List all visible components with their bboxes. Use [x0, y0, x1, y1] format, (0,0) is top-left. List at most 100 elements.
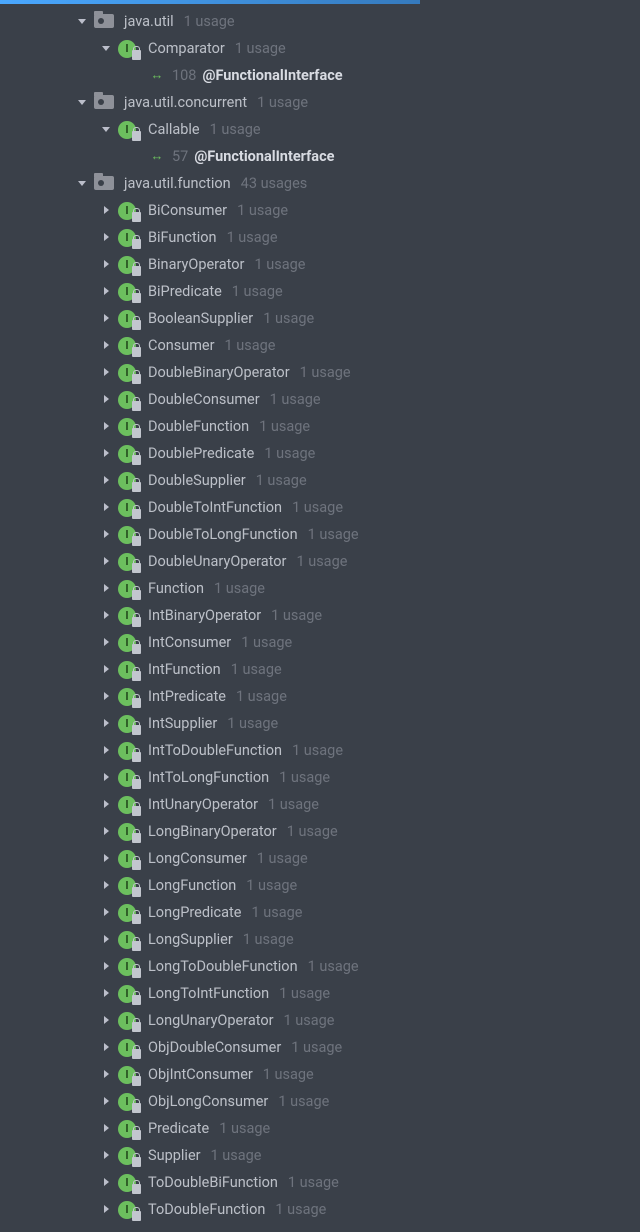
- usage-count: 1 usage: [275, 1196, 326, 1223]
- class-row[interactable]: IDoubleSupplier1 usage: [0, 467, 640, 494]
- class-row[interactable]: IObjIntConsumer1 usage: [0, 1061, 640, 1088]
- class-row[interactable]: IBooleanSupplier1 usage: [0, 305, 640, 332]
- class-row[interactable]: IToDoubleFunction1 usage: [0, 1196, 640, 1223]
- class-row[interactable]: ICallable1 usage: [0, 116, 640, 143]
- class-row[interactable]: IDoubleConsumer1 usage: [0, 386, 640, 413]
- expand-toggle-icon[interactable]: [100, 447, 114, 461]
- expand-toggle-icon[interactable]: [100, 231, 114, 245]
- expand-toggle-icon[interactable]: [100, 798, 114, 812]
- class-row[interactable]: IDoubleBinaryOperator1 usage: [0, 359, 640, 386]
- expand-toggle-icon[interactable]: [100, 1068, 114, 1082]
- class-name: BiConsumer: [148, 197, 227, 224]
- class-row[interactable]: IConsumer1 usage: [0, 332, 640, 359]
- expand-toggle-icon[interactable]: [76, 177, 90, 191]
- interface-icon: I: [118, 552, 140, 572]
- expand-toggle-icon[interactable]: [100, 1014, 114, 1028]
- class-row[interactable]: ISupplier1 usage: [0, 1142, 640, 1169]
- expand-toggle-icon[interactable]: [100, 636, 114, 650]
- class-row[interactable]: IBiConsumer1 usage: [0, 197, 640, 224]
- expand-toggle-icon[interactable]: [100, 366, 114, 380]
- expand-toggle-icon[interactable]: [100, 744, 114, 758]
- expand-toggle-icon[interactable]: [100, 987, 114, 1001]
- interface-icon: I: [118, 768, 140, 788]
- class-row[interactable]: IDoublePredicate1 usage: [0, 440, 640, 467]
- usage-count: 1 usage: [237, 197, 288, 224]
- class-row[interactable]: IIntUnaryOperator1 usage: [0, 791, 640, 818]
- expand-toggle-icon[interactable]: [100, 1203, 114, 1217]
- class-row[interactable]: IBinaryOperator1 usage: [0, 251, 640, 278]
- class-row[interactable]: IBiPredicate1 usage: [0, 278, 640, 305]
- class-row[interactable]: IObjDoubleConsumer1 usage: [0, 1034, 640, 1061]
- expand-toggle-icon[interactable]: [100, 285, 114, 299]
- expand-toggle-icon[interactable]: [76, 96, 90, 110]
- expand-toggle-icon[interactable]: [100, 528, 114, 542]
- expand-toggle-icon[interactable]: [100, 933, 114, 947]
- class-row[interactable]: ILongToDoubleFunction1 usage: [0, 953, 640, 980]
- usage-count: 1 usage: [257, 89, 308, 116]
- class-name: LongSupplier: [148, 926, 233, 953]
- expand-toggle-icon[interactable]: [100, 312, 114, 326]
- class-row[interactable]: IIntConsumer1 usage: [0, 629, 640, 656]
- usage-count: 1 usage: [257, 845, 308, 872]
- class-row[interactable]: IIntBinaryOperator1 usage: [0, 602, 640, 629]
- expand-toggle-icon[interactable]: [100, 1122, 114, 1136]
- usage-count: 1 usage: [284, 1007, 335, 1034]
- expand-toggle-icon[interactable]: [100, 474, 114, 488]
- expand-toggle-icon[interactable]: [100, 501, 114, 515]
- expand-toggle-icon[interactable]: [100, 420, 114, 434]
- expand-toggle-icon[interactable]: [100, 852, 114, 866]
- class-row[interactable]: IIntPredicate1 usage: [0, 683, 640, 710]
- class-name: Function: [148, 575, 204, 602]
- expand-toggle-icon[interactable]: [100, 906, 114, 920]
- class-row[interactable]: ILongToIntFunction1 usage: [0, 980, 640, 1007]
- expand-toggle-icon[interactable]: [100, 582, 114, 596]
- expand-toggle-icon[interactable]: [100, 717, 114, 731]
- class-row[interactable]: IDoubleUnaryOperator1 usage: [0, 548, 640, 575]
- expand-toggle-icon[interactable]: [100, 690, 114, 704]
- class-row[interactable]: ILongUnaryOperator1 usage: [0, 1007, 640, 1034]
- expand-toggle-icon[interactable]: [100, 1176, 114, 1190]
- class-row[interactable]: IDoubleToLongFunction1 usage: [0, 521, 640, 548]
- usage-row[interactable]: ↔57@FunctionalInterface: [0, 143, 640, 170]
- class-row[interactable]: IIntFunction1 usage: [0, 656, 640, 683]
- expand-toggle-icon[interactable]: [100, 123, 114, 137]
- class-row[interactable]: IDoubleToIntFunction1 usage: [0, 494, 640, 521]
- expand-toggle-icon[interactable]: [100, 555, 114, 569]
- expand-toggle-icon[interactable]: [100, 42, 114, 56]
- expand-toggle-icon[interactable]: [100, 1095, 114, 1109]
- class-row[interactable]: IBiFunction1 usage: [0, 224, 640, 251]
- package-row[interactable]: java.util1 usage: [0, 8, 640, 35]
- class-row[interactable]: IIntToDoubleFunction1 usage: [0, 737, 640, 764]
- expand-toggle-icon[interactable]: [100, 609, 114, 623]
- class-row[interactable]: ILongFunction1 usage: [0, 872, 640, 899]
- expand-toggle-icon[interactable]: [100, 771, 114, 785]
- class-row[interactable]: ILongPredicate1 usage: [0, 899, 640, 926]
- package-row[interactable]: java.util.concurrent1 usage: [0, 89, 640, 116]
- class-row[interactable]: IIntToLongFunction1 usage: [0, 764, 640, 791]
- expand-toggle-icon[interactable]: [76, 15, 90, 29]
- class-row[interactable]: IDoubleFunction1 usage: [0, 413, 640, 440]
- class-row[interactable]: IToDoubleBiFunction1 usage: [0, 1169, 640, 1196]
- package-row[interactable]: java.util.function43 usages: [0, 170, 640, 197]
- class-row[interactable]: IObjLongConsumer1 usage: [0, 1088, 640, 1115]
- interface-icon: I: [118, 903, 140, 923]
- class-row[interactable]: ILongBinaryOperator1 usage: [0, 818, 640, 845]
- expand-toggle-icon[interactable]: [100, 960, 114, 974]
- class-row[interactable]: IPredicate1 usage: [0, 1115, 640, 1142]
- expand-toggle-icon[interactable]: [100, 204, 114, 218]
- expand-toggle-icon[interactable]: [100, 393, 114, 407]
- expand-toggle-icon[interactable]: [100, 879, 114, 893]
- expand-toggle-icon[interactable]: [100, 339, 114, 353]
- expand-toggle-icon[interactable]: [100, 1149, 114, 1163]
- expand-toggle-icon[interactable]: [100, 663, 114, 677]
- expand-toggle-icon[interactable]: [100, 1041, 114, 1055]
- expand-toggle-icon[interactable]: [100, 258, 114, 272]
- class-row[interactable]: ILongSupplier1 usage: [0, 926, 640, 953]
- usage-count: 1 usage: [259, 413, 310, 440]
- class-row[interactable]: IComparator1 usage: [0, 35, 640, 62]
- class-row[interactable]: IIntSupplier1 usage: [0, 710, 640, 737]
- usage-row[interactable]: ↔108@FunctionalInterface: [0, 62, 640, 89]
- class-row[interactable]: ILongConsumer1 usage: [0, 845, 640, 872]
- expand-toggle-icon[interactable]: [100, 825, 114, 839]
- class-row[interactable]: IFunction1 usage: [0, 575, 640, 602]
